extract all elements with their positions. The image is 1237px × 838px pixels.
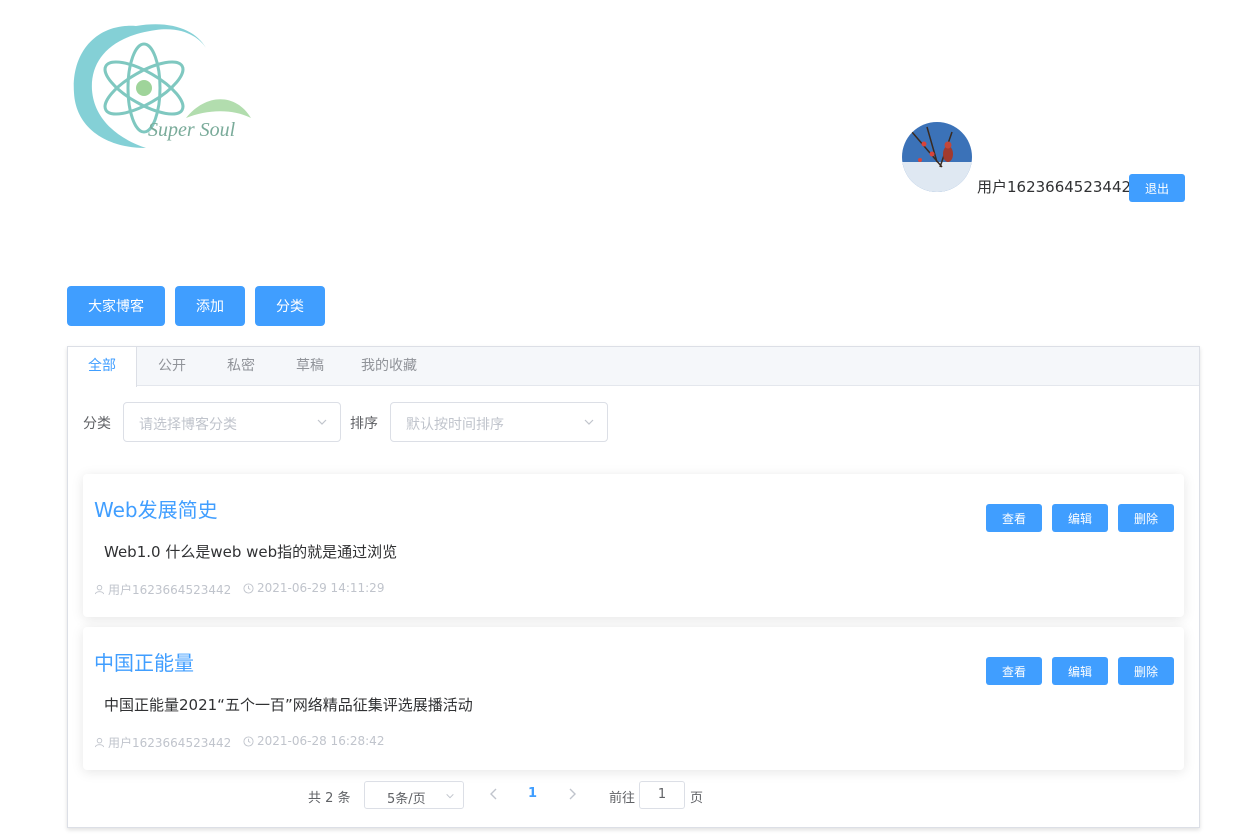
add-button[interactable]: 添加	[175, 286, 245, 326]
blog-time-text: 2021-06-28 16:28:42	[257, 734, 385, 748]
delete-button[interactable]: 删除	[1118, 504, 1174, 532]
blog-author: 用户1623664523442	[94, 734, 231, 751]
page-size-value: 5条/页	[387, 792, 426, 807]
logout-button[interactable]: 退出	[1129, 174, 1185, 202]
username: 用户1623664523442	[977, 178, 1132, 196]
category-select[interactable]: 请选择博客分类	[123, 402, 341, 442]
chevron-down-icon	[317, 419, 327, 425]
category-filter-label: 分类	[83, 416, 111, 432]
view-button[interactable]: 查看	[986, 504, 1042, 532]
pagination-total: 共 2 条	[308, 791, 351, 806]
tab-all[interactable]: 全部	[68, 347, 137, 387]
blog-author: 用户1623664523442	[94, 581, 231, 598]
avatar[interactable]	[902, 122, 972, 192]
blog-time-text: 2021-06-29 14:11:29	[257, 581, 385, 595]
sort-select[interactable]: 默认按时间排序	[390, 402, 608, 442]
category-select-placeholder: 请选择博客分类	[139, 417, 237, 433]
edit-button[interactable]: 编辑	[1052, 657, 1108, 685]
user-icon	[94, 584, 105, 595]
edit-button[interactable]: 编辑	[1052, 504, 1108, 532]
page-size-select[interactable]: 5条/页	[364, 781, 464, 809]
clock-icon	[243, 735, 254, 747]
blog-author-name: 用户1623664523442	[108, 583, 232, 597]
blog-panel: 全部 公开 私密 草稿 我的收藏 分类 请选择博客分类 排序 默认按时间排序 W…	[67, 346, 1200, 828]
tab-private[interactable]: 私密	[213, 347, 269, 386]
tab-public[interactable]: 公开	[144, 347, 200, 386]
chevron-down-icon	[446, 793, 454, 799]
tabs-header: 全部 公开 私密 草稿 我的收藏	[68, 347, 1199, 387]
blog-card: Web发展简史 Web1.0 什么是web web指的就是通过浏览 用户1623…	[83, 474, 1184, 617]
blog-time: 2021-06-28 16:28:42	[243, 734, 384, 748]
prev-page-icon[interactable]	[488, 787, 500, 801]
user-icon	[94, 737, 105, 748]
blog-title[interactable]: 中国正能量	[94, 647, 194, 676]
blog-card: 中国正能量 中国正能量2021“五个一百”网络精品征集评选展播活动 用户1623…	[83, 627, 1184, 770]
category-button[interactable]: 分类	[255, 286, 325, 326]
blog-title[interactable]: Web发展简史	[94, 494, 218, 523]
page-jumper-input[interactable]: 1	[639, 781, 685, 809]
blog-summary: 中国正能量2021“五个一百”网络精品征集评选展播活动	[104, 696, 473, 714]
goto-label: 前往	[609, 791, 636, 806]
sort-select-placeholder: 默认按时间排序	[406, 417, 504, 433]
clock-icon	[243, 582, 254, 594]
sort-filter-label: 排序	[350, 416, 378, 432]
tab-favorites[interactable]: 我的收藏	[351, 347, 427, 386]
view-button[interactable]: 查看	[986, 657, 1042, 685]
all-blogs-button[interactable]: 大家博客	[67, 286, 165, 326]
chevron-down-icon	[584, 419, 594, 425]
pagination: 共 2 条 5条/页 1 前往 1 页	[68, 780, 1199, 810]
next-page-icon[interactable]	[566, 787, 578, 801]
site-logo[interactable]: Super Soul	[66, 8, 266, 158]
blog-summary: Web1.0 什么是web web指的就是通过浏览	[104, 543, 398, 561]
delete-button[interactable]: 删除	[1118, 657, 1174, 685]
page-number[interactable]: 1	[528, 786, 537, 801]
user-area: 用户1623664523442 退出	[900, 121, 1200, 211]
page-unit-label: 页	[690, 791, 704, 806]
blog-author-name: 用户1623664523442	[108, 736, 232, 750]
logo-text: Super Soul	[148, 119, 236, 141]
blog-time: 2021-06-29 14:11:29	[243, 581, 384, 595]
tab-drafts[interactable]: 草稿	[282, 347, 338, 386]
